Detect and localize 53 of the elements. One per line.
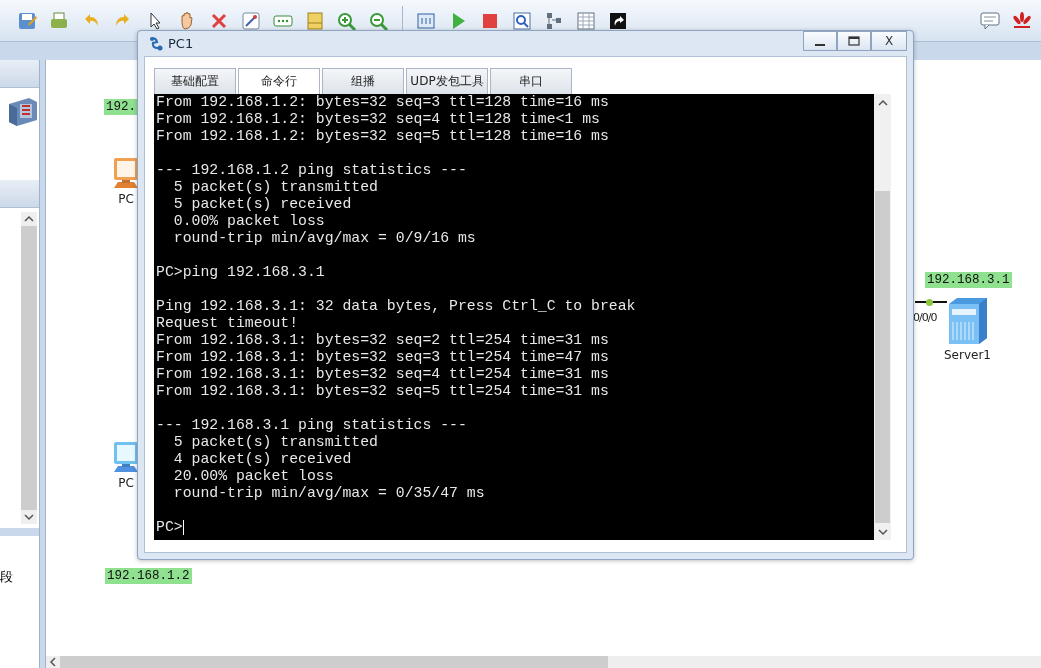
ip-address-label: 192.168.3.1 xyxy=(925,272,1012,288)
close-button[interactable]: X xyxy=(871,31,907,51)
tab[interactable]: 命令行 xyxy=(238,68,320,94)
device-label: PC xyxy=(118,476,134,490)
terminal-line: From 192.168.3.1: bytes=32 seq=2 ttl=254 time=31 ms xyxy=(156,332,610,349)
tab[interactable]: 组播 xyxy=(322,68,404,94)
panel-header xyxy=(0,180,39,208)
terminal-line: From 192.168.1.2: bytes=32 seq=4 ttl=128 time<1 ms xyxy=(156,111,601,128)
tab[interactable]: UDP发包工具 xyxy=(406,68,488,94)
horizontal-scrollbar[interactable] xyxy=(46,656,1041,668)
port-label: 0/0/0 xyxy=(913,311,937,324)
terminal-line: 5 packet(s) received xyxy=(172,196,353,213)
network-icon xyxy=(148,35,164,52)
terminal-prompt: PC> xyxy=(156,519,183,536)
maximize-button[interactable] xyxy=(837,31,871,51)
terminal-line: From 192.168.1.2: bytes=32 seq=3 ttl=128 time=16 ms xyxy=(156,94,610,111)
terminal-line: From 192.168.3.1: bytes=32 seq=5 ttl=254 time=31 ms xyxy=(156,383,610,400)
terminal-line: PC>ping 192.168.3.1 xyxy=(156,264,326,281)
terminal-line: 0.00% packet loss xyxy=(172,213,326,230)
scrollbar-thumb[interactable] xyxy=(60,656,608,668)
scrollbar-thumb[interactable] xyxy=(875,191,890,523)
terminal-line: Request timeout! xyxy=(156,315,300,332)
chat-icon[interactable] xyxy=(979,9,1001,32)
terminal-line: From 192.168.1.2: bytes=32 seq=5 ttl=128 time=16 ms xyxy=(156,128,610,145)
ip-address-label: 192.168.1.2 xyxy=(105,568,192,584)
terminal-line: From 192.168.3.1: bytes=32 seq=3 ttl=254 time=47 ms xyxy=(156,349,610,366)
tab[interactable]: 串口 xyxy=(490,68,572,94)
panel-text: 段 xyxy=(0,568,13,586)
minimize-button[interactable] xyxy=(803,31,837,51)
window-title: PC1 xyxy=(168,36,195,51)
terminal-line: 4 packet(s) received xyxy=(172,451,353,468)
ip-address-label: 192. xyxy=(104,99,138,115)
grid-icon[interactable] xyxy=(575,9,597,32)
terminal-line: round-trip min/avg/max = 0/35/47 ms xyxy=(172,485,486,502)
terminal-line: From 192.168.3.1: bytes=32 seq=4 ttl=254 time=31 ms xyxy=(156,366,610,383)
vertical-scrollbar[interactable] xyxy=(874,94,891,540)
device-label: Server1 xyxy=(944,348,991,362)
terminal-line: round-trip min/avg/max = 0/9/16 ms xyxy=(172,230,477,247)
rectangle-icon[interactable] xyxy=(304,9,326,32)
terminal-line: 20.00% packet loss xyxy=(172,468,335,485)
terminal-line: --- 192.168.1.2 ping statistics --- xyxy=(156,162,468,179)
cable-icon[interactable] xyxy=(240,9,262,32)
device-label: PC xyxy=(118,192,134,206)
maximize-icon xyxy=(848,36,860,46)
panel-header xyxy=(0,60,39,88)
terminal-line: Ping 192.168.3.1: 32 data bytes, Press Ctrl_C to break xyxy=(156,298,637,315)
text-cursor xyxy=(182,520,184,535)
terminal-line: 5 packet(s) transmitted xyxy=(172,179,379,196)
capture-icon[interactable] xyxy=(511,9,533,32)
terminal-line: 5 packet(s) transmitted xyxy=(172,434,379,451)
tab[interactable]: 基础配置 xyxy=(154,68,236,94)
terminal-line: --- 192.168.3.1 ping statistics --- xyxy=(156,417,468,434)
port-status-dot xyxy=(926,299,933,306)
